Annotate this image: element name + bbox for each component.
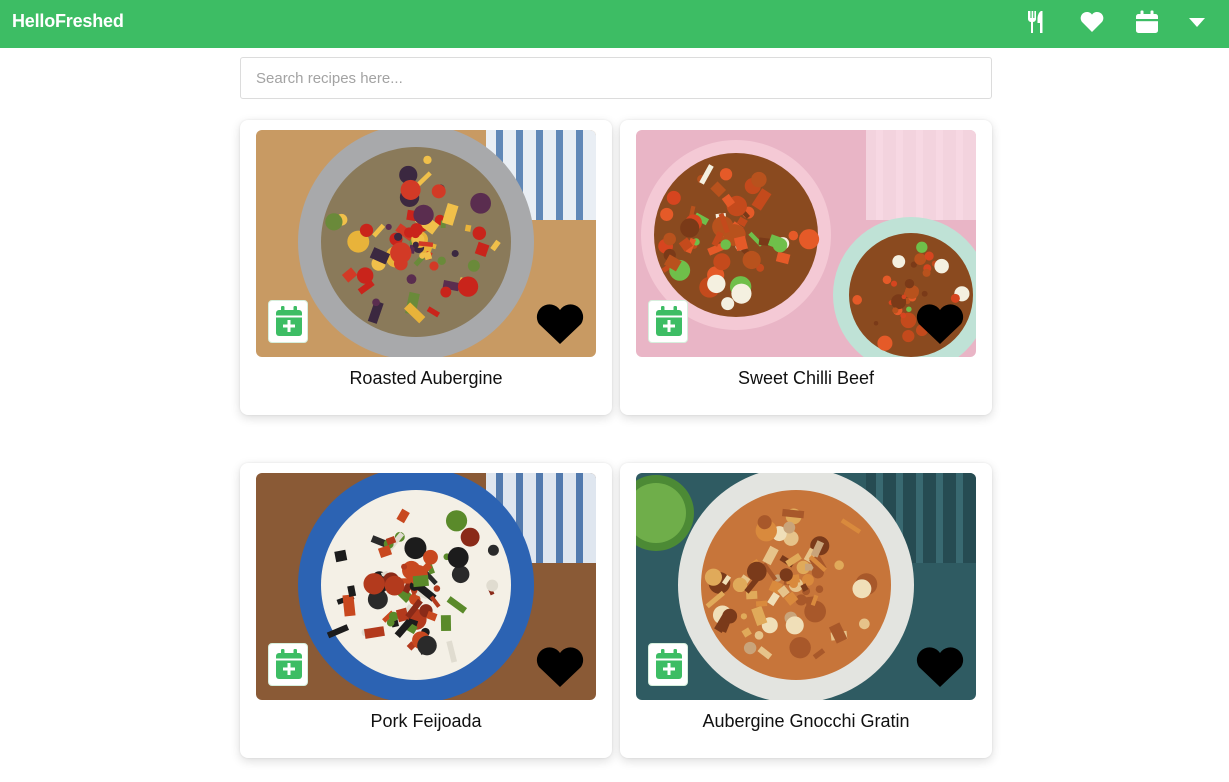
add-to-plan-button[interactable] bbox=[648, 300, 688, 343]
recipe-title: Pork Feijoada bbox=[370, 711, 482, 731]
heart-icon bbox=[916, 304, 964, 344]
favorite-button[interactable] bbox=[534, 300, 586, 346]
calendar-plus-icon bbox=[656, 649, 682, 679]
recipe-card[interactable]: Sweet Chilli Beef bbox=[620, 120, 992, 415]
heart-icon[interactable] bbox=[1079, 9, 1105, 35]
add-to-plan-button[interactable] bbox=[648, 643, 688, 686]
add-to-plan-button[interactable] bbox=[268, 643, 308, 686]
recipe-photo[interactable] bbox=[256, 473, 596, 700]
favorite-button[interactable] bbox=[914, 300, 966, 346]
heart-icon bbox=[916, 647, 964, 687]
recipe-photo[interactable] bbox=[636, 473, 976, 700]
recipe-card[interactable]: Aubergine Gnocchi Gratin bbox=[620, 463, 992, 758]
recipe-card[interactable]: Pork Feijoada bbox=[240, 463, 612, 758]
recipe-photo[interactable] bbox=[256, 130, 596, 357]
brand-logo[interactable]: HelloFreshed bbox=[12, 11, 124, 32]
heart-icon bbox=[536, 647, 584, 687]
recipe-title: Roasted Aubergine bbox=[349, 368, 503, 388]
calendar-plus-icon bbox=[276, 306, 302, 336]
favorite-button[interactable] bbox=[914, 643, 966, 689]
search-input[interactable] bbox=[240, 57, 992, 99]
recipe-card[interactable]: Roasted Aubergine bbox=[240, 120, 612, 415]
calendar-plus-icon bbox=[656, 306, 682, 336]
utensils-icon[interactable] bbox=[1025, 9, 1051, 35]
caret-down-icon[interactable] bbox=[1184, 9, 1210, 35]
calendar-icon[interactable] bbox=[1134, 9, 1160, 35]
add-to-plan-button[interactable] bbox=[268, 300, 308, 343]
favorite-button[interactable] bbox=[534, 643, 586, 689]
recipe-photo[interactable] bbox=[636, 130, 976, 357]
calendar-plus-icon bbox=[276, 649, 302, 679]
top-navbar: HelloFreshed bbox=[0, 0, 1229, 48]
heart-icon bbox=[536, 304, 584, 344]
recipe-title: Sweet Chilli Beef bbox=[737, 368, 875, 388]
recipe-title: Aubergine Gnocchi Gratin bbox=[702, 711, 910, 731]
